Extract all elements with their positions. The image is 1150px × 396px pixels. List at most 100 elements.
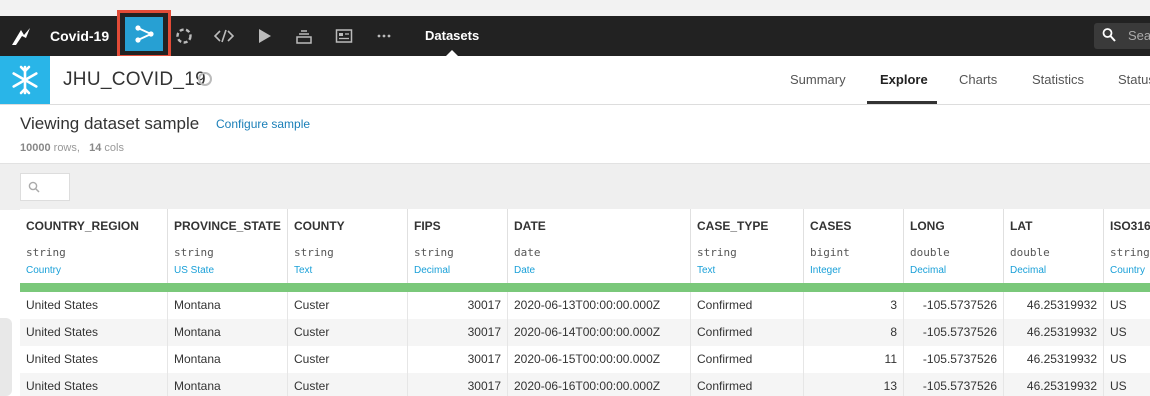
cols-count: 14 [89,142,102,154]
table-cell[interactable]: Custer [288,373,408,396]
tab-charts[interactable]: Charts [959,72,997,87]
code-icon[interactable] [214,26,234,46]
table-cell[interactable]: 46.25319932 [1004,319,1104,346]
search-input[interactable]: Sea [1094,23,1150,49]
table-cell[interactable]: 2020-06-15T00:00:00.000Z [508,346,691,373]
table-cell[interactable]: 3 [804,292,904,319]
search-placeholder: Sea [1128,28,1150,43]
table-cell[interactable]: Montana [168,319,288,346]
column-meaning[interactable]: Country [1110,265,1145,276]
table-cell[interactable]: US [1104,373,1150,396]
dataset-type-badge [0,56,50,104]
table-cell[interactable]: Confirmed [691,373,804,396]
left-scroll-handle[interactable] [0,318,12,396]
column-name: FIPS [414,219,441,233]
table-cell[interactable]: 11 [804,346,904,373]
lab-icon[interactable] [174,26,194,46]
table-cell[interactable]: United States [20,292,168,319]
column-meaning[interactable]: Text [294,265,312,276]
jobs-icon[interactable] [294,26,314,46]
dataset-name[interactable]: JHU_COVID_19 [63,69,206,91]
tab-summary[interactable]: Summary [790,72,846,87]
column-meaning[interactable]: Country [26,265,61,276]
tab-status[interactable]: Status [1118,72,1150,87]
sample-dimensions: 10000 rows, 14 cols [20,142,124,154]
filter-search-input[interactable] [20,173,70,201]
column-type: date [514,246,541,259]
table-row[interactable]: United States Montana Custer 30017 2020-06-1… [20,292,1150,319]
app-logo-icon[interactable] [10,26,32,46]
table-cell[interactable]: 46.25319932 [1004,373,1104,396]
table-cell[interactable]: Custer [288,292,408,319]
column-header[interactable]: COUNTRY_REGION string Country [20,209,168,286]
table-cell[interactable]: 2020-06-14T00:00:00.000Z [508,319,691,346]
table-cell[interactable]: Confirmed [691,319,804,346]
tab-explore[interactable]: Explore [880,72,928,87]
table-row[interactable]: United States Montana Custer 30017 2020-06-1… [20,346,1150,373]
column-name: PROVINCE_STATE [174,219,281,233]
table-cell[interactable]: -105.5737526 [904,319,1004,346]
column-header[interactable]: CASE_TYPE string Text [691,209,804,286]
column-header[interactable]: DATE date Date [508,209,691,286]
table-cell[interactable]: Confirmed [691,346,804,373]
table-cell[interactable]: -105.5737526 [904,373,1004,396]
filter-bar [0,163,1150,210]
table-cell[interactable]: US [1104,292,1150,319]
configure-sample-link[interactable]: Configure sample [216,117,310,131]
column-header[interactable]: ISO316 string Country [1104,209,1150,286]
column-header[interactable]: PROVINCE_STATEstring US State [168,209,288,286]
table-cell[interactable]: US [1104,319,1150,346]
table-cell[interactable]: Montana [168,292,288,319]
table-cell[interactable]: Confirmed [691,292,804,319]
table-cell[interactable]: 30017 [408,292,508,319]
project-name[interactable]: Covid-19 [50,28,109,44]
table-cell[interactable]: 30017 [408,373,508,396]
table-cell[interactable]: 30017 [408,346,508,373]
datasets-nav-label[interactable]: Datasets [425,28,479,43]
column-header[interactable]: FIPS string Decimal [408,209,508,286]
table-cell[interactable]: 46.25319932 [1004,346,1104,373]
dashboard-icon[interactable] [334,26,354,46]
table-cell[interactable]: US [1104,346,1150,373]
column-meaning[interactable]: Decimal [1010,265,1046,276]
data-table: COUNTRY_REGION string Country PROVINCE_STAT… [20,209,1150,396]
column-header[interactable]: LONG double Decimal [904,209,1004,286]
tab-statistics[interactable]: Statistics [1032,72,1084,87]
table-cell[interactable]: Montana [168,373,288,396]
flow-button[interactable] [117,10,171,58]
column-meaning[interactable]: Date [514,265,535,276]
table-cell[interactable]: 2020-06-16T00:00:00.000Z [508,373,691,396]
table-cell[interactable]: United States [20,373,168,396]
table-cell[interactable]: 2020-06-13T00:00:00.000Z [508,292,691,319]
page-title: Viewing dataset sample [20,114,200,133]
table-cell[interactable]: United States [20,346,168,373]
table-row[interactable]: United States Montana Custer 30017 2020-06-1… [20,373,1150,396]
table-cell[interactable]: 30017 [408,319,508,346]
table-cell[interactable]: United States [20,319,168,346]
table-cell[interactable]: 13 [804,373,904,396]
column-meaning[interactable]: Decimal [910,265,946,276]
table-cell[interactable]: 8 [804,319,904,346]
table-cell[interactable]: -105.5737526 [904,346,1004,373]
column-header[interactable]: COUNTY string Text [288,209,408,286]
top-navbar: Covid-19 Datasets Sea [0,10,1150,58]
more-icon[interactable] [374,26,394,46]
column-header[interactable]: LAT double Decimal [1004,209,1104,286]
table-cell[interactable]: Custer [288,319,408,346]
column-meaning[interactable]: Text [697,265,715,276]
table-cell[interactable]: Custer [288,346,408,373]
column-meaning[interactable]: US State [174,265,214,276]
column-header[interactable]: CASES bigint Integer [804,209,904,286]
column-type: string [174,246,214,259]
table-row[interactable]: United States Montana Custer 30017 2020-06-1… [20,319,1150,346]
column-meaning[interactable]: Integer [810,265,841,276]
table-cell[interactable]: Montana [168,346,288,373]
dataset-status-icon[interactable] [198,72,212,86]
run-icon[interactable] [254,26,274,46]
table-cell[interactable]: -105.5737526 [904,292,1004,319]
table-cell[interactable]: 46.25319932 [1004,292,1104,319]
column-meaning[interactable]: Decimal [414,265,450,276]
column-name: CASES [810,219,852,233]
column-name: ISO316 [1110,219,1150,233]
search-icon [28,181,40,193]
